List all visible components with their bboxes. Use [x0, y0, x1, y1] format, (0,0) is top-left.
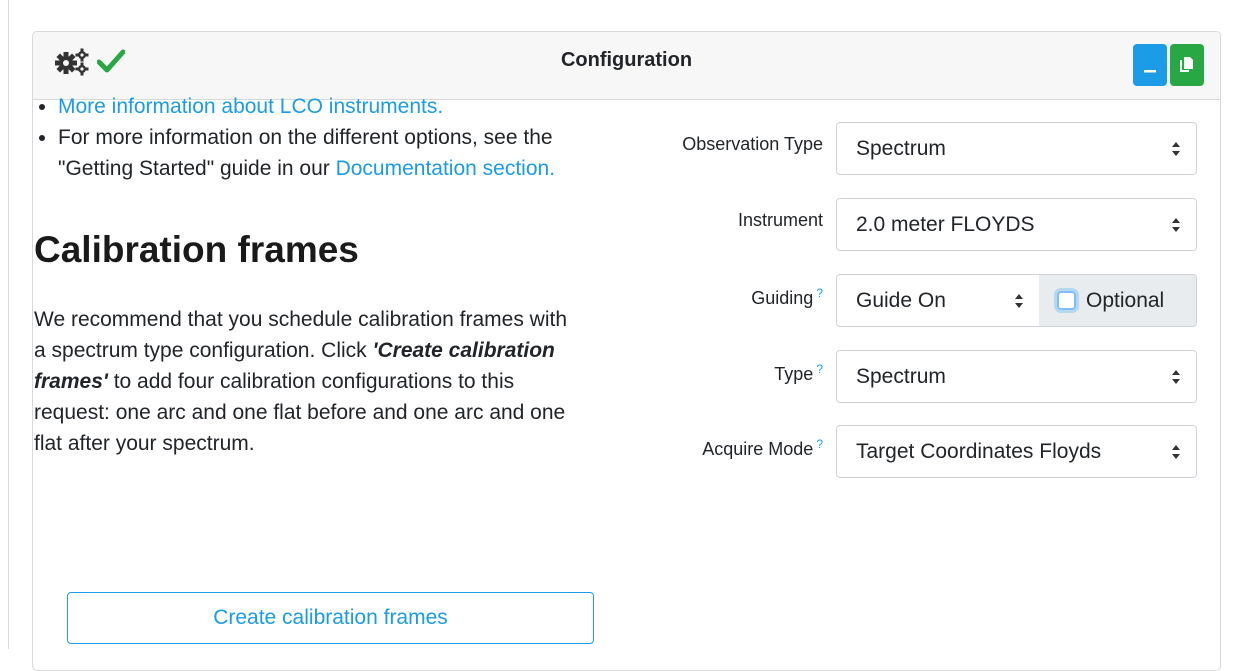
guiding-optional-toggle[interactable]: Optional [1039, 274, 1197, 327]
calibration-heading: Calibration frames [34, 229, 359, 270]
observation-type-row: Observation Type Spectrum [620, 122, 1198, 175]
optional-checkbox[interactable] [1057, 291, 1076, 310]
instrument-label: Instrument [737, 210, 823, 230]
optional-label: Optional [1086, 288, 1165, 312]
guiding-select[interactable]: Guide On [836, 274, 1040, 327]
copy-icon [1180, 57, 1193, 72]
select-caret-icon [1172, 370, 1180, 384]
acquire-mode-row: Acquire Mode? Target Coordinates Floyds [620, 425, 1198, 478]
minimize-icon [1144, 70, 1156, 73]
card-header: Configuration [33, 32, 1220, 100]
observation-type-select[interactable]: Spectrum [836, 122, 1197, 175]
guiding-label: Guiding? [751, 286, 823, 308]
guiding-row: Guiding? Guide On Optional [620, 274, 1198, 327]
guiding-value: Guide On [856, 289, 946, 312]
acquire-mode-select[interactable]: Target Coordinates Floyds [836, 425, 1197, 478]
type-value: Spectrum [856, 365, 946, 388]
instrument-row: Instrument 2.0 meter FLOYDS [620, 198, 1198, 251]
select-caret-icon [1172, 218, 1180, 232]
info-item: For more information on the different op… [58, 122, 579, 184]
info-list: More information about LCO instruments. … [34, 91, 579, 184]
type-select[interactable]: Spectrum [836, 350, 1197, 403]
acquire-mode-help-icon[interactable]: ? [816, 437, 823, 451]
observation-type-value: Spectrum [856, 137, 946, 160]
card-title: Configuration [560, 49, 693, 71]
select-caret-icon [1015, 294, 1023, 308]
select-caret-icon [1172, 142, 1180, 156]
info-column: More information about LCO instruments. … [34, 91, 579, 459]
type-label: Type? [774, 362, 823, 384]
type-row: Type? Spectrum [620, 350, 1198, 403]
select-caret-icon [1172, 445, 1180, 459]
documentation-link[interactable]: Documentation section. [336, 157, 555, 180]
type-help-icon[interactable]: ? [816, 362, 823, 376]
observation-type-label: Observation Type [682, 134, 823, 154]
lco-instruments-link[interactable]: More information about LCO instruments. [58, 95, 443, 118]
acquire-mode-value: Target Coordinates Floyds [856, 440, 1102, 463]
page-divider [8, 0, 9, 649]
info-item: More information about LCO instruments. [58, 91, 579, 122]
guiding-help-icon[interactable]: ? [816, 286, 823, 300]
instrument-select[interactable]: 2.0 meter FLOYDS [836, 198, 1197, 251]
header-buttons [1133, 44, 1204, 86]
desc-part2: to add four calibration configurations t… [34, 370, 566, 455]
instrument-value: 2.0 meter FLOYDS [856, 213, 1035, 236]
create-calibration-frames-button[interactable]: Create calibration frames [67, 592, 594, 644]
minimize-button[interactable] [1133, 44, 1167, 86]
calibration-description: We recommend that you schedule calibrati… [34, 304, 579, 459]
acquire-mode-label: Acquire Mode? [702, 437, 823, 459]
copy-button[interactable] [1170, 44, 1204, 86]
